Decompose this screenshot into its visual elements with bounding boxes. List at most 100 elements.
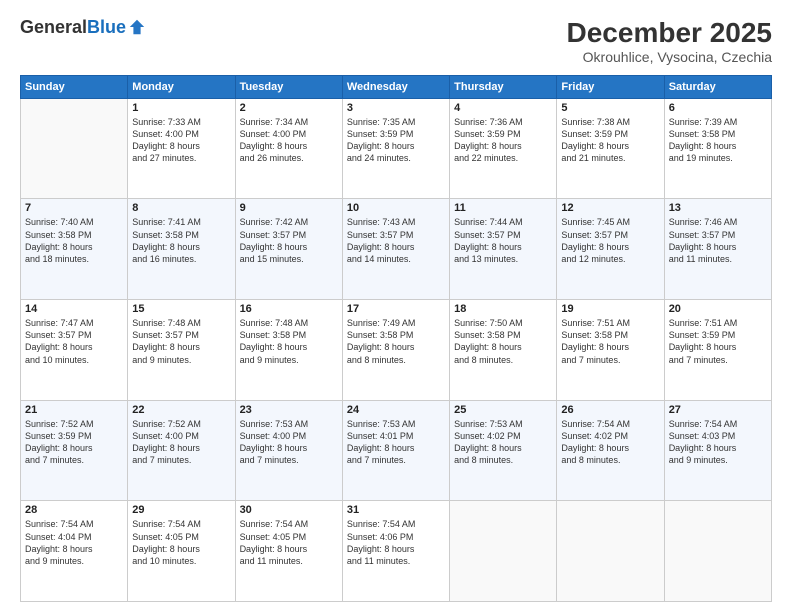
header-monday: Monday [128, 75, 235, 98]
day-number: 28 [25, 504, 123, 516]
table-row: 12 Sunrise: 7:45 AMSunset: 3:57 PMDayligh… [557, 199, 664, 300]
header-saturday: Saturday [664, 75, 771, 98]
table-row [450, 501, 557, 602]
header-sunday: Sunday [21, 75, 128, 98]
table-row: 20 Sunrise: 7:51 AMSunset: 3:59 PMDayligh… [664, 300, 771, 401]
day-number: 4 [454, 102, 552, 114]
day-info: Sunrise: 7:33 AMSunset: 4:00 PMDaylight:… [132, 116, 230, 165]
calendar-week-row: 1 Sunrise: 7:33 AMSunset: 4:00 PMDaylight… [21, 98, 772, 199]
day-info: Sunrise: 7:41 AMSunset: 3:58 PMDaylight:… [132, 216, 230, 265]
day-info: Sunrise: 7:52 AMSunset: 4:00 PMDaylight:… [132, 418, 230, 467]
table-row [664, 501, 771, 602]
day-info: Sunrise: 7:50 AMSunset: 3:58 PMDaylight:… [454, 317, 552, 366]
table-row [21, 98, 128, 199]
day-number: 9 [240, 202, 338, 214]
table-row: 14 Sunrise: 7:47 AMSunset: 3:57 PMDayligh… [21, 300, 128, 401]
logo-general: GeneralBlue [20, 18, 126, 36]
table-row: 21 Sunrise: 7:52 AMSunset: 3:59 PMDayligh… [21, 400, 128, 501]
day-info: Sunrise: 7:36 AMSunset: 3:59 PMDaylight:… [454, 116, 552, 165]
table-row: 18 Sunrise: 7:50 AMSunset: 3:58 PMDayligh… [450, 300, 557, 401]
page-title: December 2025 [567, 18, 772, 49]
day-number: 15 [132, 303, 230, 315]
table-row: 7Sunrise: 7:40 AMSunset: 3:58 PMDaylight… [21, 199, 128, 300]
calendar-header-row: Sunday Monday Tuesday Wednesday Thursday… [21, 75, 772, 98]
day-number: 21 [25, 404, 123, 416]
day-number: 5 [561, 102, 659, 114]
logo-icon [128, 18, 146, 36]
day-number: 20 [669, 303, 767, 315]
calendar-table: Sunday Monday Tuesday Wednesday Thursday… [20, 75, 772, 602]
table-row: 4 Sunrise: 7:36 AMSunset: 3:59 PMDaylight… [450, 98, 557, 199]
day-info: Sunrise: 7:49 AMSunset: 3:58 PMDaylight:… [347, 317, 445, 366]
table-row: 11Sunrise: 7:44 AMSunset: 3:57 PMDayligh… [450, 199, 557, 300]
day-number: 1 [132, 102, 230, 114]
day-info: Sunrise: 7:48 AMSunset: 3:57 PMDaylight:… [132, 317, 230, 366]
page-subtitle: Okrouhlice, Vysocina, Czechia [567, 49, 772, 65]
day-number: 19 [561, 303, 659, 315]
table-row: 26Sunrise: 7:54 AMSunset: 4:02 PMDayligh… [557, 400, 664, 501]
day-info: Sunrise: 7:44 AMSunset: 3:57 PMDaylight:… [454, 216, 552, 265]
day-info: Sunrise: 7:54 AMSunset: 4:06 PMDaylight:… [347, 518, 445, 567]
day-info: Sunrise: 7:53 AMSunset: 4:02 PMDaylight:… [454, 418, 552, 467]
header-wednesday: Wednesday [342, 75, 449, 98]
day-number: 13 [669, 202, 767, 214]
day-number: 25 [454, 404, 552, 416]
calendar-week-row: 21 Sunrise: 7:52 AMSunset: 3:59 PMDayligh… [21, 400, 772, 501]
day-info: Sunrise: 7:54 AMSunset: 4:05 PMDaylight:… [240, 518, 338, 567]
table-row: 10Sunrise: 7:43 AMSunset: 3:57 PMDayligh… [342, 199, 449, 300]
page: GeneralBlue December 2025 Okrouhlice, Vy… [0, 0, 792, 612]
table-row: 3 Sunrise: 7:35 AMSunset: 3:59 PMDaylight… [342, 98, 449, 199]
day-info: Sunrise: 7:34 AMSunset: 4:00 PMDaylight:… [240, 116, 338, 165]
day-number: 12 [561, 202, 659, 214]
day-info: Sunrise: 7:52 AMSunset: 3:59 PMDaylight:… [25, 418, 123, 467]
table-row: 29 Sunrise: 7:54 AMSunset: 4:05 PMDayligh… [128, 501, 235, 602]
table-row: 1 Sunrise: 7:33 AMSunset: 4:00 PMDaylight… [128, 98, 235, 199]
day-number: 14 [25, 303, 123, 315]
day-number: 6 [669, 102, 767, 114]
calendar-week-row: 7Sunrise: 7:40 AMSunset: 3:58 PMDaylight… [21, 199, 772, 300]
table-row: 19Sunrise: 7:51 AMSunset: 3:58 PMDayligh… [557, 300, 664, 401]
day-number: 16 [240, 303, 338, 315]
day-number: 3 [347, 102, 445, 114]
day-info: Sunrise: 7:54 AMSunset: 4:02 PMDaylight:… [561, 418, 659, 467]
day-info: Sunrise: 7:48 AMSunset: 3:58 PMDaylight:… [240, 317, 338, 366]
table-row: 28 Sunrise: 7:54 AMSunset: 4:04 PMDayligh… [21, 501, 128, 602]
table-row: 27 Sunrise: 7:54 AMSunset: 4:03 PMDayligh… [664, 400, 771, 501]
table-row: 22Sunrise: 7:52 AMSunset: 4:00 PMDayligh… [128, 400, 235, 501]
day-info: Sunrise: 7:46 AMSunset: 3:57 PMDaylight:… [669, 216, 767, 265]
calendar-week-row: 14 Sunrise: 7:47 AMSunset: 3:57 PMDayligh… [21, 300, 772, 401]
table-row: 23 Sunrise: 7:53 AMSunset: 4:00 PMDayligh… [235, 400, 342, 501]
day-number: 8 [132, 202, 230, 214]
day-info: Sunrise: 7:35 AMSunset: 3:59 PMDaylight:… [347, 116, 445, 165]
table-row: 25 Sunrise: 7:53 AMSunset: 4:02 PMDayligh… [450, 400, 557, 501]
header-thursday: Thursday [450, 75, 557, 98]
table-row: 31Sunrise: 7:54 AMSunset: 4:06 PMDayligh… [342, 501, 449, 602]
day-number: 27 [669, 404, 767, 416]
day-info: Sunrise: 7:53 AMSunset: 4:00 PMDaylight:… [240, 418, 338, 467]
table-row: 16 Sunrise: 7:48 AMSunset: 3:58 PMDayligh… [235, 300, 342, 401]
day-info: Sunrise: 7:40 AMSunset: 3:58 PMDaylight:… [25, 216, 123, 265]
day-info: Sunrise: 7:54 AMSunset: 4:05 PMDaylight:… [132, 518, 230, 567]
day-info: Sunrise: 7:45 AMSunset: 3:57 PMDaylight:… [561, 216, 659, 265]
calendar-week-row: 28 Sunrise: 7:54 AMSunset: 4:04 PMDayligh… [21, 501, 772, 602]
table-row: 6 Sunrise: 7:39 AMSunset: 3:58 PMDaylight… [664, 98, 771, 199]
day-info: Sunrise: 7:43 AMSunset: 3:57 PMDaylight:… [347, 216, 445, 265]
day-info: Sunrise: 7:38 AMSunset: 3:59 PMDaylight:… [561, 116, 659, 165]
day-info: Sunrise: 7:54 AMSunset: 4:03 PMDaylight:… [669, 418, 767, 467]
table-row: 8 Sunrise: 7:41 AMSunset: 3:58 PMDaylight… [128, 199, 235, 300]
day-info: Sunrise: 7:47 AMSunset: 3:57 PMDaylight:… [25, 317, 123, 366]
day-info: Sunrise: 7:51 AMSunset: 3:59 PMDaylight:… [669, 317, 767, 366]
table-row: 30Sunrise: 7:54 AMSunset: 4:05 PMDayligh… [235, 501, 342, 602]
day-number: 29 [132, 504, 230, 516]
table-row [557, 501, 664, 602]
day-info: Sunrise: 7:54 AMSunset: 4:04 PMDaylight:… [25, 518, 123, 567]
table-row: 2Sunrise: 7:34 AMSunset: 4:00 PMDaylight… [235, 98, 342, 199]
day-number: 18 [454, 303, 552, 315]
day-number: 17 [347, 303, 445, 315]
day-number: 23 [240, 404, 338, 416]
day-info: Sunrise: 7:53 AMSunset: 4:01 PMDaylight:… [347, 418, 445, 467]
title-block: December 2025 Okrouhlice, Vysocina, Czec… [567, 18, 772, 65]
header: GeneralBlue December 2025 Okrouhlice, Vy… [20, 18, 772, 65]
header-tuesday: Tuesday [235, 75, 342, 98]
day-info: Sunrise: 7:39 AMSunset: 3:58 PMDaylight:… [669, 116, 767, 165]
